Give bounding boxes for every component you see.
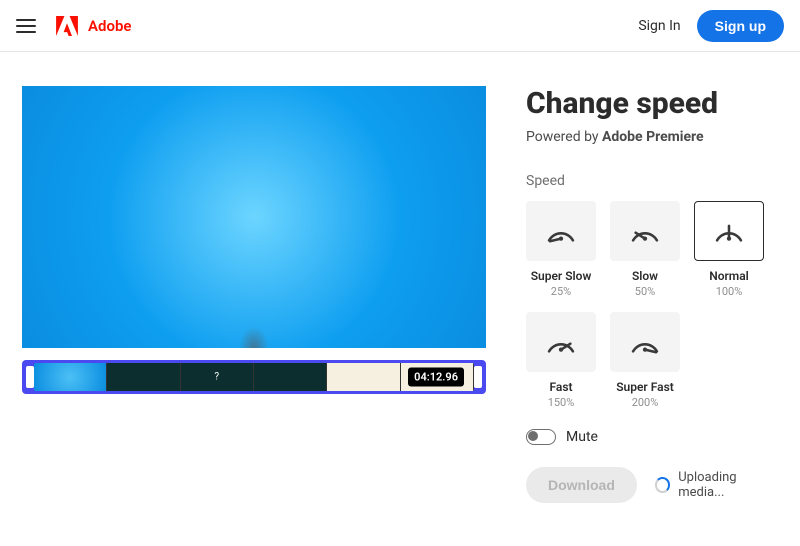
preview-artifact <box>239 326 269 348</box>
speed-name: Normal <box>709 269 749 283</box>
speed-option-normal[interactable]: Normal 100% <box>694 201 764 298</box>
gauge-icon <box>628 329 662 355</box>
speed-pct: 200% <box>632 396 659 409</box>
timeline-thumb[interactable] <box>107 363 180 391</box>
left-panel: ? 04:12.96 <box>22 86 486 503</box>
timeline-thumb[interactable] <box>327 363 400 391</box>
signin-link[interactable]: Sign In <box>638 18 680 34</box>
timeline-handle-left[interactable] <box>26 366 34 388</box>
speed-option-fast[interactable]: Fast 150% <box>526 312 596 409</box>
upload-status-text: Uploading media... <box>678 470 780 500</box>
powered-prefix: Powered by <box>526 129 602 145</box>
video-preview[interactable] <box>22 86 486 348</box>
header-right: Sign In Sign up <box>638 10 784 42</box>
mute-toggle[interactable] <box>526 429 556 445</box>
upload-status: Uploading media... <box>655 470 780 500</box>
speed-pct: 50% <box>635 285 655 298</box>
speed-grid: Super Slow 25% Slow 50% <box>526 201 780 409</box>
speed-option-super-slow[interactable]: Super Slow 25% <box>526 201 596 298</box>
page-title: Change speed <box>526 86 780 121</box>
speed-option-super-fast[interactable]: Super Fast 200% <box>610 312 680 409</box>
speed-name: Super Slow <box>531 269 592 283</box>
speed-pct: 150% <box>548 396 575 409</box>
spinner-icon <box>655 477 670 493</box>
header-left: Adobe <box>16 16 131 36</box>
app-header: Adobe Sign In Sign up <box>0 0 800 52</box>
timeline-handle-right[interactable] <box>474 366 482 388</box>
timeline-thumb[interactable]: ? <box>181 363 254 391</box>
timeline-thumb[interactable] <box>34 363 107 391</box>
right-panel: Change speed Powered by Adobe Premiere S… <box>526 86 780 503</box>
gauge-icon <box>712 218 746 244</box>
signup-button[interactable]: Sign up <box>697 10 784 42</box>
adobe-logo-icon <box>56 16 78 36</box>
mute-row: Mute <box>526 429 780 445</box>
speed-name: Super Fast <box>616 380 674 394</box>
timeline-thumb[interactable] <box>254 363 327 391</box>
speed-name: Slow <box>632 269 658 283</box>
powered-by: Powered by Adobe Premiere <box>526 129 780 145</box>
powered-product: Adobe Premiere <box>602 129 704 145</box>
speed-label: Speed <box>526 173 780 189</box>
speed-name: Fast <box>549 380 572 394</box>
gauge-icon <box>628 218 662 244</box>
gauge-icon <box>544 218 578 244</box>
toggle-knob <box>528 431 538 441</box>
speed-pct: 100% <box>716 285 743 298</box>
speed-option-slow[interactable]: Slow 50% <box>610 201 680 298</box>
gauge-icon <box>544 329 578 355</box>
brand[interactable]: Adobe <box>56 16 131 36</box>
menu-icon[interactable] <box>16 19 36 33</box>
main: ? 04:12.96 Change speed Powered by Adobe… <box>0 52 800 503</box>
download-button[interactable]: Download <box>526 467 637 503</box>
timecode-badge: 04:12.96 <box>408 368 464 387</box>
timeline[interactable]: ? 04:12.96 <box>22 360 486 394</box>
footer-row: Download Uploading media... <box>526 467 780 503</box>
speed-pct: 25% <box>551 285 571 298</box>
brand-name: Adobe <box>88 17 131 35</box>
mute-label: Mute <box>566 429 598 445</box>
